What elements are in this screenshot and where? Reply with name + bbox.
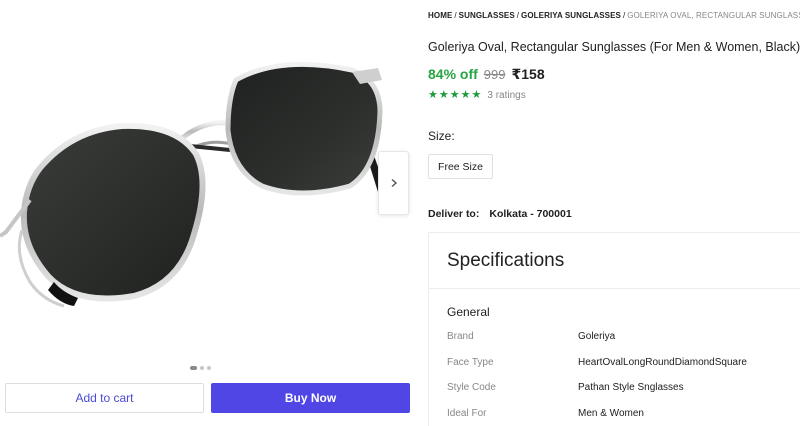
rating-row[interactable]: ★ ★ ★ ★ ★ 3 ratings	[428, 89, 526, 101]
breadcrumb-sunglasses[interactable]: SUNGLASSES	[459, 11, 515, 20]
product-gallery: Add to cart Buy Now	[0, 0, 416, 426]
spec-key: Style Code	[447, 382, 496, 393]
product-details: HOME / SUNGLASSES / GOLERIYA SUNGLASSES / GOLE…	[428, 0, 800, 426]
product-title: Goleriya Oval, Rectangular Sunglasses (F…	[428, 40, 800, 54]
price-row: 84% off 999 ₹158	[428, 66, 545, 83]
breadcrumb-separator: /	[516, 11, 519, 20]
carousel-dot-active[interactable]	[190, 366, 197, 370]
specifications-heading: Specifications	[447, 250, 565, 271]
carousel-dot[interactable]	[200, 366, 204, 370]
star-icon: ★	[471, 89, 482, 101]
breadcrumb-current: GOLERIYA OVAL, RECTANGULAR SUNGLASSES (F…	[627, 11, 800, 20]
divider	[429, 288, 800, 289]
spec-key: Ideal For	[447, 408, 487, 419]
size-label: Size:	[428, 129, 455, 143]
spec-value: Goleriya	[578, 331, 616, 342]
delivery-row: Deliver to: Kolkata - 700001	[428, 208, 572, 220]
discount-percent: 84% off	[428, 66, 478, 82]
star-icon: ★	[428, 89, 438, 101]
size-option-free-size[interactable]: Free Size	[428, 154, 493, 179]
star-icon: ★	[438, 89, 449, 101]
delivery-location[interactable]: Kolkata - 700001	[489, 208, 571, 220]
deliver-to-label: Deliver to:	[428, 208, 480, 220]
breadcrumb-separator: /	[623, 11, 626, 20]
buy-now-button[interactable]: Buy Now	[211, 383, 410, 413]
selling-price: ₹158	[511, 66, 545, 82]
spec-group-title: General	[447, 305, 490, 319]
chevron-right-icon	[391, 178, 397, 188]
rating-count[interactable]: 3 ratings	[487, 90, 525, 101]
breadcrumb: HOME / SUNGLASSES / GOLERIYA SUNGLASSES / GOLE…	[428, 11, 800, 20]
carousel-dot[interactable]	[207, 366, 211, 370]
image-next-button[interactable]	[378, 151, 409, 215]
add-to-cart-button[interactable]: Add to cart	[5, 383, 204, 413]
star-icon: ★	[449, 89, 460, 101]
spec-value: Men & Women	[578, 408, 644, 419]
spec-key: Brand	[447, 331, 474, 342]
star-icon: ★	[460, 89, 471, 101]
image-carousel-dots[interactable]	[190, 366, 211, 370]
spec-value: HeartOvalLongRoundDiamondSquare	[578, 357, 747, 368]
spec-key: Face Type	[447, 357, 494, 368]
breadcrumb-home[interactable]: HOME	[428, 11, 452, 20]
breadcrumb-brand[interactable]: GOLERIYA SUNGLASSES	[521, 11, 621, 20]
spec-value: Pathan Style Snglasses	[578, 382, 684, 393]
sunglasses-image	[0, 61, 384, 308]
product-image-sunglasses[interactable]	[0, 0, 410, 362]
original-price: 999	[483, 67, 506, 82]
star-rating: ★ ★ ★ ★ ★	[428, 89, 481, 101]
specifications-panel: Specifications General Brand Goleriya Fa…	[428, 232, 800, 426]
breadcrumb-separator: /	[454, 11, 457, 20]
